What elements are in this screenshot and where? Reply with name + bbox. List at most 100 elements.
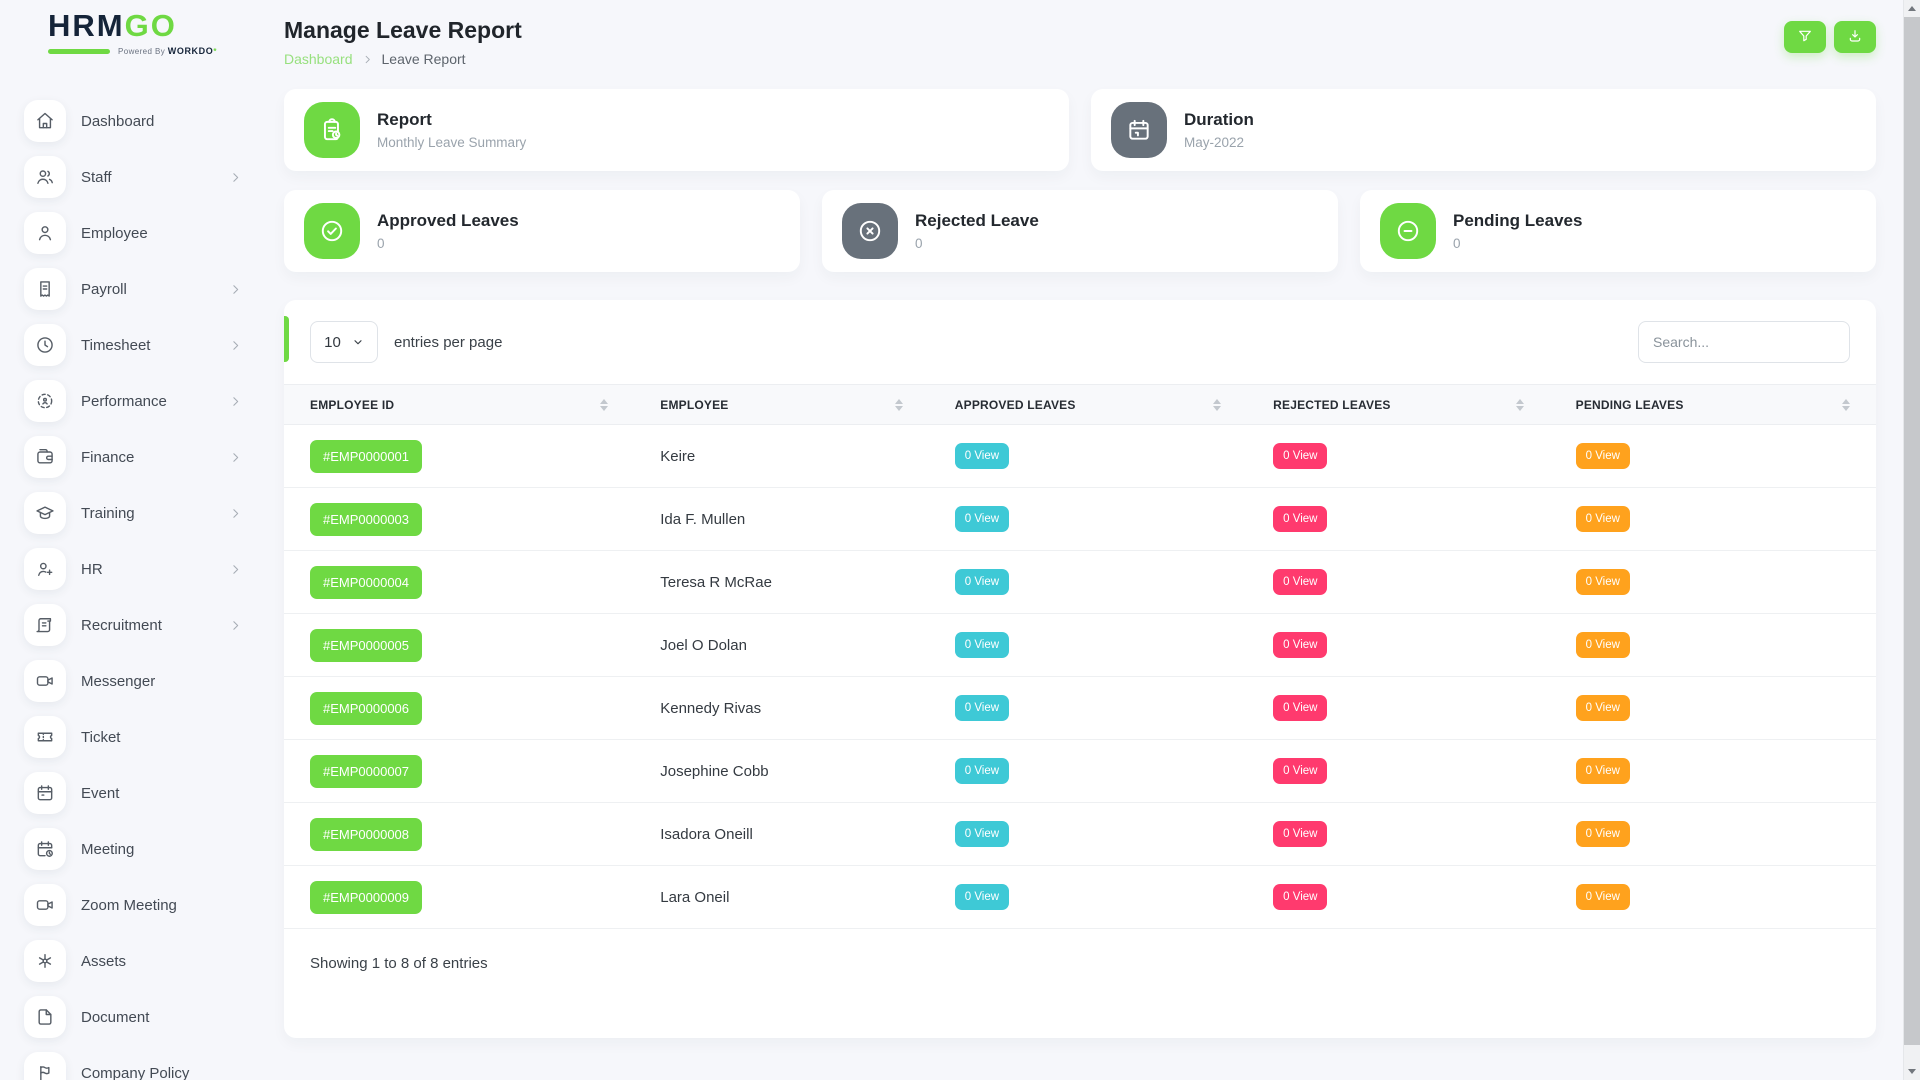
rejected-view-button[interactable]: 0 View xyxy=(1273,695,1327,721)
sidebar-item-document[interactable]: Document xyxy=(24,996,242,1038)
employee-id-badge[interactable]: #EMP0000003 xyxy=(310,503,422,536)
vertical-scrollbar[interactable] xyxy=(1903,0,1920,1080)
scroll-down-arrow[interactable] xyxy=(1904,1063,1920,1080)
sidebar-item-event[interactable]: Event xyxy=(24,772,242,814)
table-row: #EMP0000005 Joel O Dolan 0 View 0 View 0… xyxy=(284,614,1876,677)
sidebar: HRMGO Powered By WORKDO* Dashboard Staff… xyxy=(0,0,284,1080)
scrollbar-thumb[interactable] xyxy=(1904,17,1920,1045)
rejected-view-button[interactable]: 0 View xyxy=(1273,632,1327,658)
user-plus-icon xyxy=(24,548,66,590)
pending-view-button[interactable]: 0 View xyxy=(1576,443,1630,469)
table-row: #EMP0000008 Isadora Oneill 0 View 0 View… xyxy=(284,803,1876,866)
sidebar-item-employee[interactable]: Employee xyxy=(24,212,242,254)
chevron-right-icon xyxy=(229,451,242,464)
approved-view-button[interactable]: 0 View xyxy=(955,506,1009,532)
pending-view-button[interactable]: 0 View xyxy=(1576,569,1630,595)
page-header: Manage Leave Report Dashboard Leave Repo… xyxy=(284,0,1876,89)
approved-view-button[interactable]: 0 View xyxy=(955,821,1009,847)
sort-icon xyxy=(1842,399,1850,411)
employee-id-badge[interactable]: #EMP0000009 xyxy=(310,881,422,914)
pending-view-button[interactable]: 0 View xyxy=(1576,695,1630,721)
table-header-row: Employee ID Employee Approved Leaves Rej… xyxy=(284,385,1876,425)
flag-icon xyxy=(24,1052,66,1080)
employee-id-badge[interactable]: #EMP0000007 xyxy=(310,755,422,788)
table-body: #EMP0000001 Keire 0 View 0 View 0 View #… xyxy=(284,425,1876,929)
employee-id-badge[interactable]: #EMP0000006 xyxy=(310,692,422,725)
approved-view-button[interactable]: 0 View xyxy=(955,569,1009,595)
column-header-employee[interactable]: Employee xyxy=(634,385,929,425)
chevron-right-icon xyxy=(229,171,242,184)
chevron-down-icon xyxy=(352,336,364,348)
sidebar-item-label: Dashboard xyxy=(81,113,154,130)
employee-name: Joel O Dolan xyxy=(660,637,747,654)
column-header-approved-leaves[interactable]: Approved Leaves xyxy=(929,385,1247,425)
sidebar-item-company-policy[interactable]: Company Policy xyxy=(24,1052,242,1080)
breadcrumb-dashboard-link[interactable]: Dashboard xyxy=(284,51,353,67)
sidebar-item-label: Assets xyxy=(81,953,126,970)
sidebar-item-label: Document xyxy=(81,1009,149,1026)
sidebar-item-messenger[interactable]: Messenger xyxy=(24,660,242,702)
sidebar-item-label: Staff xyxy=(81,169,112,186)
sidebar-item-label: HR xyxy=(81,561,103,578)
approved-view-button[interactable]: 0 View xyxy=(955,632,1009,658)
approved-view-button[interactable]: 0 View xyxy=(955,884,1009,910)
pending-view-button[interactable]: 0 View xyxy=(1576,884,1630,910)
sidebar-item-assets[interactable]: Assets xyxy=(24,940,242,982)
sidebar-item-ticket[interactable]: Ticket xyxy=(24,716,242,758)
download-button[interactable] xyxy=(1834,21,1876,53)
rejected-view-button[interactable]: 0 View xyxy=(1273,821,1327,847)
sidebar-item-staff[interactable]: Staff xyxy=(24,156,242,198)
employee-id-badge[interactable]: #EMP0000001 xyxy=(310,440,422,473)
employee-id-badge[interactable]: #EMP0000004 xyxy=(310,566,422,599)
scroll-icon xyxy=(24,604,66,646)
pending-view-button[interactable]: 0 View xyxy=(1576,821,1630,847)
entries-per-page-select[interactable]: 10 xyxy=(310,321,378,363)
pending-view-button[interactable]: 0 View xyxy=(1576,632,1630,658)
sidebar-item-finance[interactable]: Finance xyxy=(24,436,242,478)
rejected-view-button[interactable]: 0 View xyxy=(1273,758,1327,784)
sidebar-item-zoom-meeting[interactable]: Zoom Meeting xyxy=(24,884,242,926)
column-header-employee-id[interactable]: Employee ID xyxy=(284,385,634,425)
rejected-view-button[interactable]: 0 View xyxy=(1273,569,1327,595)
sidebar-item-training[interactable]: Training xyxy=(24,492,242,534)
rejected-view-button[interactable]: 0 View xyxy=(1273,884,1327,910)
approved-view-button[interactable]: 0 View xyxy=(955,695,1009,721)
chevron-right-icon xyxy=(229,563,242,576)
search-input[interactable] xyxy=(1638,321,1850,363)
employee-id-badge[interactable]: #EMP0000008 xyxy=(310,818,422,851)
rejected-view-button[interactable]: 0 View xyxy=(1273,506,1327,532)
rejected-view-button[interactable]: 0 View xyxy=(1273,443,1327,469)
approved-view-button[interactable]: 0 View xyxy=(955,758,1009,784)
sort-icon xyxy=(600,399,608,411)
table-row: #EMP0000009 Lara Oneil 0 View 0 View 0 V… xyxy=(284,866,1876,929)
sidebar-item-dashboard[interactable]: Dashboard xyxy=(24,100,242,142)
leave-report-table-card: 10 entries per page Employee ID Employee… xyxy=(284,300,1876,1038)
calendar-clock-icon xyxy=(24,828,66,870)
pending-view-button[interactable]: 0 View xyxy=(1576,506,1630,532)
sidebar-item-meeting[interactable]: Meeting xyxy=(24,828,242,870)
pending-view-button[interactable]: 0 View xyxy=(1576,758,1630,784)
sidebar-item-performance[interactable]: Performance xyxy=(24,380,242,422)
sidebar-item-label: Meeting xyxy=(81,841,134,858)
column-header-pending-leaves[interactable]: Pending Leaves xyxy=(1550,385,1876,425)
asterisk-gear-icon xyxy=(24,940,66,982)
brand-logo[interactable]: HRMGO Powered By WORKDO* xyxy=(48,10,218,56)
sidebar-item-timesheet[interactable]: Timesheet xyxy=(24,324,242,366)
sort-icon xyxy=(1213,399,1221,411)
sidebar-item-hr[interactable]: HR xyxy=(24,548,242,590)
stat-title: Pending Leaves xyxy=(1453,211,1582,231)
sidebar-item-payroll[interactable]: Payroll xyxy=(24,268,242,310)
minus-circle-icon xyxy=(1380,203,1436,259)
breadcrumb-separator-icon xyxy=(362,54,373,65)
sidebar-item-recruitment[interactable]: Recruitment xyxy=(24,604,242,646)
approved-view-button[interactable]: 0 View xyxy=(955,443,1009,469)
page-title: Manage Leave Report xyxy=(284,17,1876,44)
column-header-rejected-leaves[interactable]: Rejected Leaves xyxy=(1247,385,1549,425)
filter-button[interactable] xyxy=(1784,21,1826,53)
sidebar-item-label: Zoom Meeting xyxy=(81,897,177,914)
employee-id-badge[interactable]: #EMP0000005 xyxy=(310,629,422,662)
scroll-up-arrow[interactable] xyxy=(1904,0,1920,17)
entries-per-page-value: 10 xyxy=(324,334,341,351)
breadcrumb-current: Leave Report xyxy=(382,51,466,67)
funnel-icon xyxy=(1797,28,1813,47)
